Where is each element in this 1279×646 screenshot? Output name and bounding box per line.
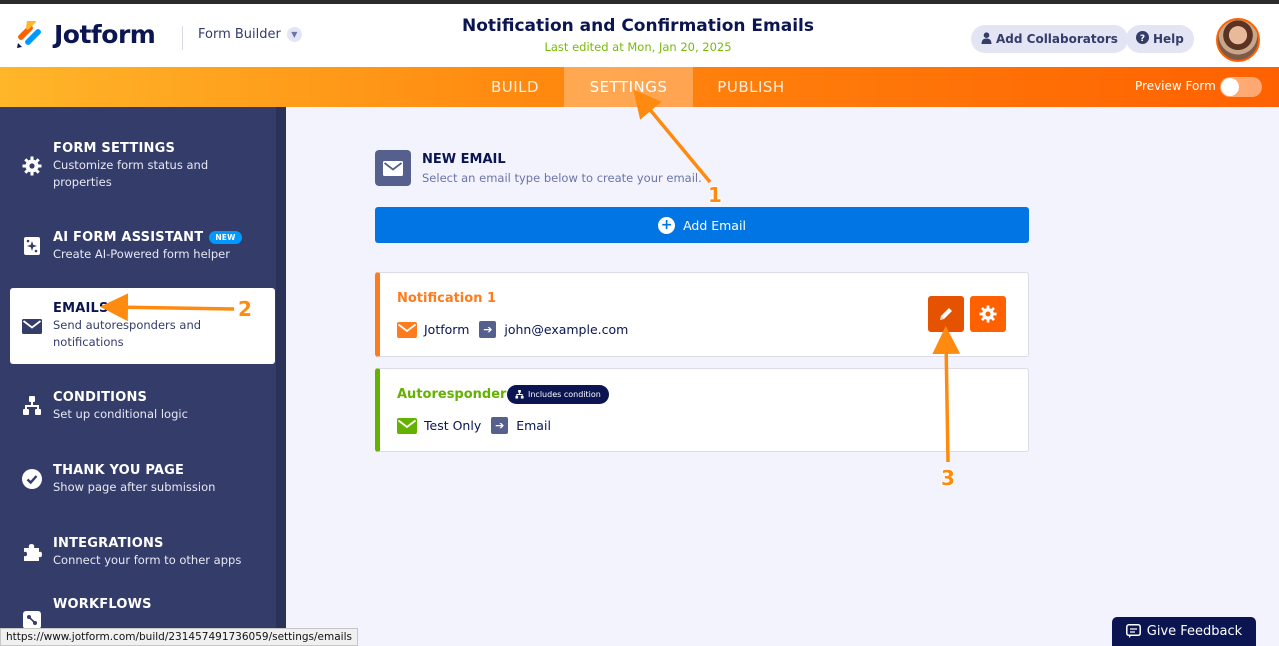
give-feedback-button[interactable]: Give Feedback xyxy=(1112,617,1256,646)
last-edited-text: Last edited at Mon, Jan 20, 2025 xyxy=(544,40,732,54)
sidebar-item-desc: Show page after submission xyxy=(53,479,216,494)
hierarchy-icon xyxy=(12,396,52,416)
edit-email-button[interactable] xyxy=(928,296,964,332)
sidebar-item-title-text: AI FORM ASSISTANT xyxy=(53,229,204,245)
add-collaborators-label: Add Collaborators xyxy=(996,32,1118,46)
sidebar-item-desc: Connect your form to other apps xyxy=(53,552,242,567)
sidebar-item-thank-you[interactable]: THANK YOU PAGE Show page after submissio… xyxy=(10,441,275,517)
new-email-subtitle: Select an email type below to create you… xyxy=(422,171,702,185)
preview-form-toggle[interactable] xyxy=(1220,77,1262,97)
tab-build[interactable]: BUILD xyxy=(466,67,564,107)
sidebar-item-title: EMAILS xyxy=(53,301,109,316)
email-route: Jotform ➔ john@example.com xyxy=(397,321,628,338)
hierarchy-icon xyxy=(515,390,524,399)
jotform-logo[interactable]: Jotform xyxy=(16,19,156,49)
new-email-envelope-icon xyxy=(375,150,411,186)
sidebar-item-emails[interactable]: EMAILS Send autoresponders and notificat… xyxy=(10,288,275,364)
give-feedback-label: Give Feedback xyxy=(1146,624,1243,639)
annotation-number-2: 2 xyxy=(238,297,252,321)
plus-circle-icon: + xyxy=(658,216,676,234)
chevron-down-icon: ▼ xyxy=(286,27,302,42)
header-divider xyxy=(182,26,183,50)
add-email-label: Add Email xyxy=(683,217,746,233)
arrow-right-icon: ➔ xyxy=(491,417,509,434)
email-from: Test Only xyxy=(424,418,482,433)
includes-condition-label: Includes condition xyxy=(528,390,601,399)
jotform-logo-icon xyxy=(17,21,41,48)
sidebar-item-desc: Customize form status and properties xyxy=(53,158,209,189)
sidebar-item-title: WORKFLOWS xyxy=(53,597,152,612)
annotation-number-3: 3 xyxy=(941,466,955,490)
email-card-autoresponder[interactable]: Autoresponder 1 Includes condition Test … xyxy=(375,368,1029,452)
annotation-arrow-1 xyxy=(633,89,712,184)
gear-icon xyxy=(979,305,997,323)
gear-icon xyxy=(12,156,52,176)
email-card-name: Notification 1 xyxy=(397,291,497,306)
email-card-name: Autoresponder 1 xyxy=(397,387,521,402)
page-title: Notification and Confirmation Emails xyxy=(462,16,814,36)
toggle-knob xyxy=(1221,78,1239,96)
new-email-heading: NEW EMAIL xyxy=(422,152,506,167)
pencil-icon xyxy=(940,308,952,320)
check-circle-icon xyxy=(12,469,52,489)
email-settings-button[interactable] xyxy=(970,296,1006,332)
form-builder-dropdown[interactable]: Form Builder ▼ xyxy=(198,27,302,42)
sidebar-item-title: CONDITIONS xyxy=(53,389,148,405)
avatar[interactable] xyxy=(1216,18,1260,62)
logo-text: Jotform xyxy=(54,19,156,49)
includes-condition-badge: Includes condition xyxy=(507,385,609,404)
help-label: Help xyxy=(1153,32,1184,46)
sidebar-item-title: AI FORM ASSISTANT NEW xyxy=(53,230,242,245)
puzzle-icon xyxy=(12,542,52,562)
workflow-icon xyxy=(12,611,52,629)
title-block: Notification and Confirmation Emails Las… xyxy=(438,16,838,54)
ai-sparkle-icon xyxy=(12,236,52,256)
svg-text:?: ? xyxy=(1140,34,1145,44)
add-collaborators-button[interactable]: Add Collaborators xyxy=(971,25,1128,53)
envelope-icon xyxy=(12,318,52,334)
sidebar-item-title: INTEGRATIONS xyxy=(53,535,164,551)
tab-settings[interactable]: SETTINGS xyxy=(564,67,693,107)
sidebar-item-desc: Set up conditional logic xyxy=(53,406,188,421)
builder-tabs-bar: BUILD SETTINGS PUBLISH Preview Form xyxy=(0,67,1279,107)
preview-form-label: Preview Form xyxy=(1135,79,1216,93)
sidebar-item-form-settings[interactable]: FORM SETTINGS Customize form status and … xyxy=(10,128,275,204)
settings-sidebar: FORM SETTINGS Customize form status and … xyxy=(0,107,286,646)
orange-envelope-icon xyxy=(397,321,417,338)
sidebar-item-desc: Create AI-Powered form helper xyxy=(53,246,230,261)
form-builder-label: Form Builder xyxy=(198,27,281,42)
email-from: Jotform xyxy=(424,322,470,337)
green-envelope-icon xyxy=(397,417,417,434)
sidebar-item-title: THANK YOU PAGE xyxy=(53,462,185,478)
annotation-number-1: 1 xyxy=(708,183,722,207)
help-button[interactable]: ? Help xyxy=(1126,25,1194,53)
new-badge: NEW xyxy=(209,230,242,244)
email-to: Email xyxy=(516,418,551,433)
email-to: john@example.com xyxy=(504,322,629,337)
question-icon: ? xyxy=(1136,31,1149,47)
sidebar-item-conditions[interactable]: CONDITIONS Set up conditional logic xyxy=(10,368,275,444)
tab-publish[interactable]: PUBLISH xyxy=(693,67,809,107)
add-email-button[interactable]: + Add Email xyxy=(375,207,1029,243)
top-header: Jotform Form Builder ▼ Notification and … xyxy=(0,0,1279,67)
feedback-icon xyxy=(1125,624,1141,638)
sidebar-item-integrations[interactable]: INTEGRATIONS Connect your form to other … xyxy=(10,514,275,590)
email-route: Test Only ➔ Email xyxy=(397,417,551,434)
sidebar-item-title: FORM SETTINGS xyxy=(53,141,176,156)
email-card-notification[interactable]: Notification 1 Jotform ➔ john@example.co… xyxy=(375,272,1029,357)
sidebar-item-ai-assistant[interactable]: AI FORM ASSISTANT NEW Create AI-Powered … xyxy=(10,208,275,284)
sidebar-item-desc: Send autoresponders and notifications xyxy=(53,318,202,349)
user-icon xyxy=(981,31,992,47)
status-bar-url: https://www.jotform.com/build/2314574917… xyxy=(0,628,358,646)
arrow-right-icon: ➔ xyxy=(479,321,497,338)
